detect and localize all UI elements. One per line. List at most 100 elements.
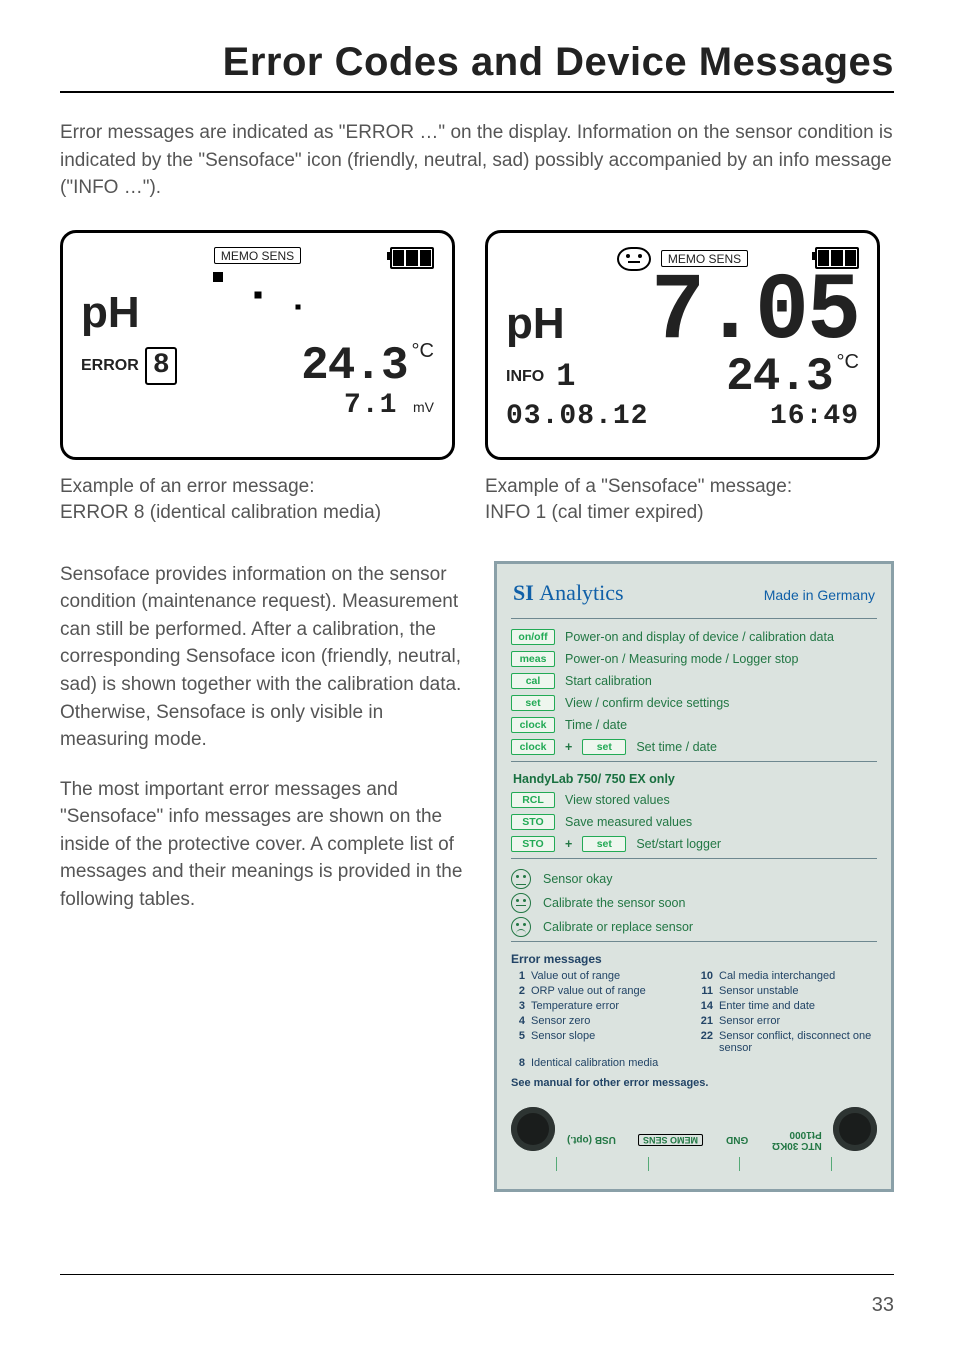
err-text: Sensor slope [531, 1030, 689, 1054]
err-num: 8 [511, 1057, 525, 1069]
key-chip: meas [511, 651, 555, 667]
foot-usb: USB (opt.) [567, 1134, 616, 1145]
error-code: 8 [153, 350, 169, 381]
trend-dots [81, 272, 434, 282]
ph-label: pH [81, 288, 140, 338]
foot-gnd: GND [726, 1134, 748, 1145]
quickref-row: set View / confirm device settings [511, 695, 877, 711]
sensoface-row: Sensor okay [511, 869, 877, 889]
face-happy-icon [511, 869, 531, 889]
info-code: 1 [556, 358, 574, 395]
quickref-text: Start calibration [565, 674, 652, 688]
sensoface-text: Sensor okay [543, 872, 612, 886]
quickref-row: clock+setSet time / date [511, 739, 877, 755]
brand: SI Analytics [513, 580, 624, 606]
sensoface-text: Calibrate the sensor soon [543, 896, 685, 910]
time-value: 16:49 [770, 401, 859, 432]
body-text: Sensoface provides information on the se… [60, 561, 464, 936]
err-text: Value out of range [531, 970, 689, 982]
body-p2: The most important error messages and "S… [60, 776, 464, 914]
key-chip: set [582, 836, 626, 852]
jack-right [833, 1107, 877, 1151]
foot-memosens: MEMO SENS [638, 1134, 703, 1146]
err-text: Sensor zero [531, 1015, 689, 1027]
quickref-text: Power-on and display of device / calibra… [565, 630, 834, 644]
err-num: 10 [695, 970, 713, 982]
see-manual: See manual for other error messages. [511, 1077, 877, 1089]
quickref-row: clockTime / date [511, 717, 877, 733]
err-num: 14 [695, 1000, 713, 1012]
mv-value: 7.1 [344, 390, 397, 421]
quickref-text: View stored values [565, 793, 670, 807]
err-text: Identical calibration media [531, 1057, 689, 1069]
err-text: Sensor conflict, disconnect one sensor [719, 1030, 877, 1054]
lcd-sensoface-example: MEMO SENS pH 7.05 INFO 1 24.3°C [485, 230, 880, 460]
quickref-text: Save measured values [565, 815, 692, 829]
quickref-row: STO Save measured values [511, 814, 877, 830]
err-text: Sensor unstable [719, 985, 877, 997]
key-chip: set [582, 739, 626, 755]
memosens-text: MEMO SENS [221, 249, 294, 263]
lcd-error-example: MEMO SENS pH ERROR 8 24.3°C [60, 230, 455, 460]
key-chip: STO [511, 836, 555, 852]
quickref-text: Set time / date [636, 740, 717, 754]
err-text: Sensor error [719, 1015, 877, 1027]
key-chip: cal [511, 673, 555, 689]
err-num: 22 [695, 1030, 713, 1054]
err-text: Temperature error [531, 1000, 689, 1012]
quickref-text: Set/start logger [636, 837, 721, 851]
title-rule [60, 91, 894, 93]
err-num: 5 [511, 1030, 525, 1054]
quickref-text: Power-on / Measuring mode / Logger stop [565, 652, 798, 666]
made-in: Made in Germany [764, 587, 875, 603]
err-text: ORP value out of range [531, 985, 689, 997]
quickref-row: RCL View stored values [511, 792, 877, 808]
face-sad-icon [511, 917, 531, 937]
body-p1: Sensoface provides information on the se… [60, 561, 464, 754]
plus-icon: + [565, 837, 572, 851]
quickref-row: STO + set Set/start logger [511, 836, 877, 852]
err-num: 11 [695, 985, 713, 997]
face-neut-icon [511, 893, 531, 913]
err-num: 1 [511, 970, 525, 982]
err-num: 4 [511, 1015, 525, 1027]
footer-rule [60, 1274, 894, 1275]
ph-label: pH [506, 299, 565, 349]
intro-paragraph: Error messages are indicated as "ERROR …… [60, 119, 894, 202]
page-title: Error Codes and Device Messages [223, 40, 894, 84]
info-label: INFO [506, 368, 544, 386]
key-chip: clock [511, 717, 555, 733]
foot-ntc: NTC 30KΩ Pt1000 [772, 1129, 822, 1151]
sensoface-row: Calibrate the sensor soon [511, 893, 877, 913]
section-handylab: HandyLab 750/ 750 EX only [513, 772, 877, 786]
brand-main: Analytics [539, 580, 623, 605]
plus-icon: + [565, 740, 572, 754]
quickref-row: on/offPower-on and display of device / c… [511, 629, 877, 645]
err-num: 21 [695, 1015, 713, 1027]
ph-value: 7.05 [651, 275, 859, 351]
sensoface-neutral-icon [617, 247, 651, 271]
error-label: ERROR [81, 357, 139, 375]
quickref-text: View / confirm device settings [565, 696, 729, 710]
brand-prefix: SI [513, 580, 539, 605]
sensoface-row: Calibrate or replace sensor [511, 917, 877, 937]
foot-ntc-a: NTC 30KΩ [772, 1140, 822, 1151]
foot-ntc-b: Pt1000 [789, 1129, 821, 1140]
caption-left: Example of an error message: ERROR 8 (id… [60, 474, 455, 527]
page-number: 33 [872, 1294, 894, 1317]
memosens-badge: MEMO SENS [214, 247, 301, 264]
error-messages-head: Error messages [511, 952, 877, 966]
err-num: 3 [511, 1000, 525, 1012]
sensoface-text: Calibrate or replace sensor [543, 920, 693, 934]
key-chip: STO [511, 814, 555, 830]
err-text: Cal media interchanged [719, 970, 877, 982]
battery-icon [390, 247, 434, 269]
unit-c: °C [412, 340, 434, 362]
caption-left-l1: Example of an error message: [60, 476, 315, 497]
caption-right-l2: INFO 1 (cal timer expired) [485, 502, 704, 523]
key-chip: RCL [511, 792, 555, 808]
key-chip: set [511, 695, 555, 711]
caption-right: Example of a "Sensoface" message: INFO 1… [485, 474, 880, 527]
jack-left [511, 1107, 555, 1151]
quickref-row: meas Power-on / Measuring mode / Logger s… [511, 651, 877, 667]
